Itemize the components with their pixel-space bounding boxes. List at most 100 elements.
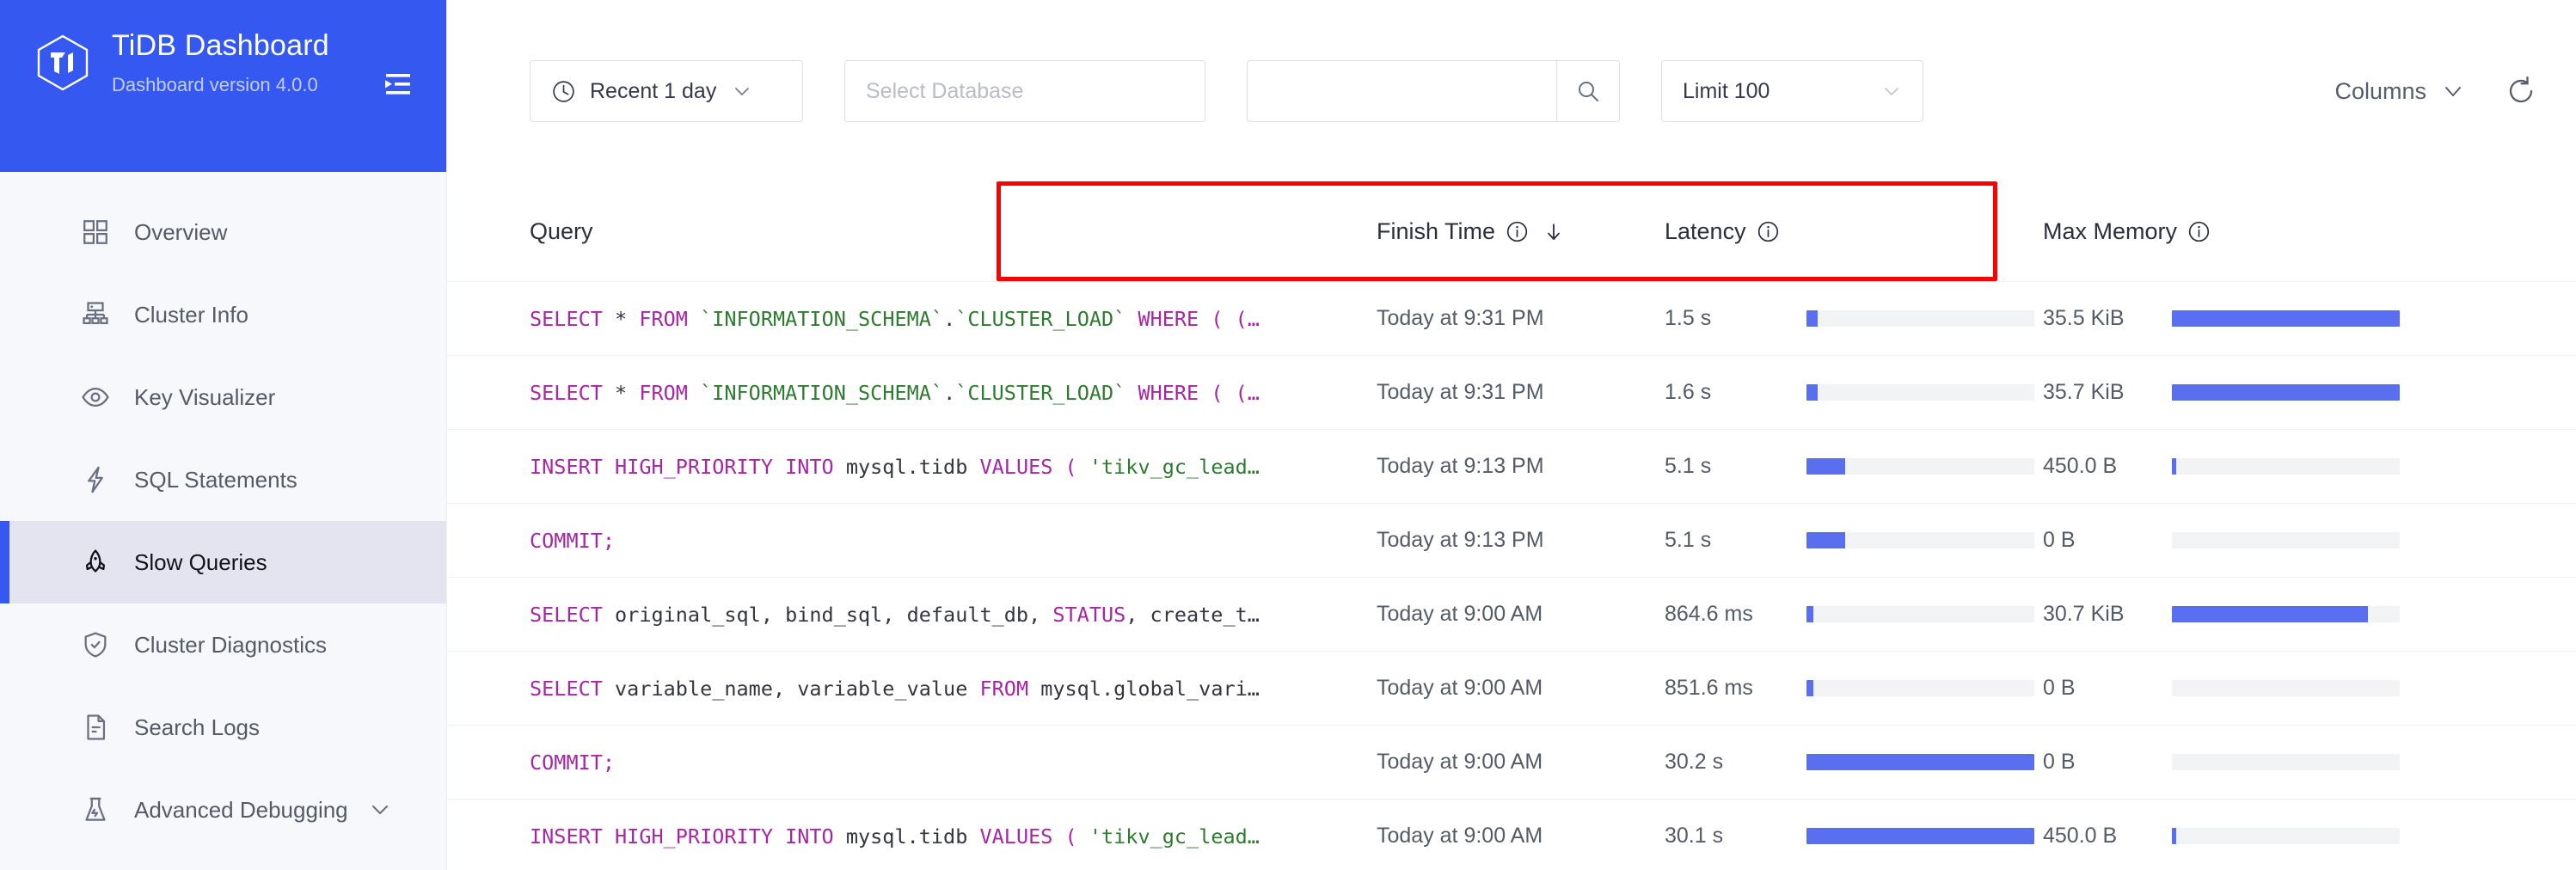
table-row[interactable]: SELECT variable_name, variable_value FRO…	[447, 652, 2576, 726]
columns-button[interactable]: Columns	[2334, 78, 2464, 105]
chevron-down-icon	[732, 81, 752, 101]
search-input[interactable]	[1247, 60, 1556, 122]
max-memory-bar	[2172, 828, 2400, 844]
limit-selector[interactable]: Limit 100	[1661, 60, 1923, 122]
latency-bar-fill	[1806, 310, 1819, 327]
max-memory-cell: 450.0 B	[2043, 454, 2438, 479]
query-text[interactable]: INSERT HIGH_PRIORITY INTO mysql.tidb VAL…	[530, 455, 1377, 479]
query-text[interactable]: SELECT original_sql, bind_sql, default_d…	[530, 603, 1377, 627]
shield-check-icon	[79, 628, 112, 661]
table-header-row: Query Finish Time Latency Max Memory	[447, 182, 2576, 282]
column-header-max-memory[interactable]: Max Memory	[2043, 218, 2438, 245]
sidebar-item-key-visualizer[interactable]: Key Visualizer	[0, 356, 446, 438]
query-text[interactable]: SELECT * FROM `INFORMATION_SCHEMA`.`CLUS…	[530, 307, 1377, 331]
finish-time-value: Today at 9:31 PM	[1377, 380, 1544, 404]
max-memory-bar-fill	[2172, 828, 2177, 844]
sidebar-item-label: SQL Statements	[134, 466, 297, 493]
column-header-query[interactable]: Query	[530, 218, 1377, 245]
sidebar-item-overview[interactable]: Overview	[0, 191, 446, 273]
latency-bar	[1806, 680, 2034, 696]
sort-descending-icon[interactable]	[1543, 221, 1565, 243]
latency-value: 851.6 ms	[1665, 676, 1753, 700]
latency-value: 1.5 s	[1665, 306, 1712, 330]
query-text[interactable]: COMMIT;	[530, 751, 1377, 775]
refresh-icon[interactable]	[2504, 74, 2538, 108]
max-memory-value: 450.0 B	[2043, 824, 2118, 848]
max-memory-cell: 35.7 KiB	[2043, 380, 2438, 405]
query-text[interactable]: SELECT * FROM `INFORMATION_SCHEMA`.`CLUS…	[530, 381, 1377, 405]
info-icon[interactable]	[1506, 220, 1529, 243]
latency-bar	[1806, 384, 2034, 401]
latency-bar	[1806, 310, 2034, 327]
chevron-down-icon	[1881, 81, 1902, 101]
database-selector[interactable]: Select Database	[844, 60, 1205, 122]
max-memory-value: 35.5 KiB	[2043, 306, 2125, 330]
table-row[interactable]: SELECT original_sql, bind_sql, default_d…	[447, 578, 2576, 652]
finish-time-value: Today at 9:00 AM	[1377, 676, 1543, 700]
database-placeholder: Select Database	[866, 78, 1024, 103]
menu-fold-icon[interactable]	[379, 65, 417, 103]
lightning-icon	[79, 463, 112, 496]
latency-value: 864.6 ms	[1665, 602, 1753, 626]
column-header-label: Latency	[1665, 218, 1746, 244]
latency-bar-fill	[1806, 458, 1846, 475]
query-text[interactable]: INSERT HIGH_PRIORITY INTO mysql.tidb VAL…	[530, 824, 1377, 849]
column-header-latency[interactable]: Latency	[1665, 218, 2043, 245]
max-memory-value: 450.0 B	[2043, 454, 2118, 478]
max-memory-bar	[2172, 458, 2400, 475]
limit-label: Limit 100	[1683, 78, 1770, 103]
query-text[interactable]: SELECT variable_name, variable_value FRO…	[530, 677, 1377, 701]
table-row[interactable]: INSERT HIGH_PRIORITY INTO mysql.tidb VAL…	[447, 800, 2576, 870]
latency-bar	[1806, 754, 2034, 770]
sidebar-item-label: Advanced Debugging	[134, 796, 348, 823]
max-memory-cell: 0 B	[2043, 750, 2438, 775]
max-memory-bar-fill	[2172, 606, 2368, 622]
column-header-finish-time[interactable]: Finish Time	[1377, 218, 1665, 245]
table-row[interactable]: SELECT * FROM `INFORMATION_SCHEMA`.`CLUS…	[447, 282, 2576, 356]
sidebar-item-cluster-info[interactable]: Cluster Info	[0, 273, 446, 356]
app-title: TiDB Dashboard	[112, 29, 329, 62]
table-row[interactable]: COMMIT; Today at 9:13 PM 5.1 s 0 B	[447, 504, 2576, 578]
brand-block: TiDB Dashboard Dashboard version 4.0.0	[112, 29, 329, 99]
max-memory-cell: 35.5 KiB	[2043, 306, 2438, 331]
sidebar-item-sql-statements[interactable]: SQL Statements	[0, 438, 446, 521]
latency-value: 1.6 s	[1665, 380, 1712, 404]
latency-cell: 1.6 s	[1665, 380, 2043, 405]
latency-bar-fill	[1806, 828, 2034, 844]
latency-value: 30.1 s	[1665, 824, 1724, 848]
latency-cell: 1.5 s	[1665, 306, 2043, 331]
rocket-icon	[79, 546, 112, 579]
clock-icon	[551, 79, 576, 104]
finish-time-value: Today at 9:00 AM	[1377, 750, 1543, 774]
info-icon[interactable]	[2187, 220, 2211, 243]
column-header-label: Query	[530, 218, 593, 244]
cluster-icon	[79, 298, 112, 331]
query-text[interactable]: COMMIT;	[530, 529, 1377, 553]
max-memory-bar	[2172, 384, 2400, 401]
grid-icon	[79, 216, 112, 248]
table-row[interactable]: SELECT * FROM `INFORMATION_SCHEMA`.`CLUS…	[447, 356, 2576, 430]
table-row[interactable]: INSERT HIGH_PRIORITY INTO mysql.tidb VAL…	[447, 430, 2576, 504]
finish-time-value: Today at 9:00 AM	[1377, 602, 1543, 626]
sidebar-item-slow-queries[interactable]: Slow Queries	[0, 521, 446, 603]
sidebar-item-label: Cluster Info	[134, 301, 248, 328]
max-memory-bar-fill	[2172, 310, 2400, 327]
table-row[interactable]: COMMIT; Today at 9:00 AM 30.2 s 0 B	[447, 726, 2576, 800]
sidebar-item-advanced-debugging[interactable]: Advanced Debugging	[0, 769, 446, 851]
finish-time-value: Today at 9:31 PM	[1377, 306, 1544, 330]
max-memory-value: 0 B	[2043, 528, 2076, 552]
info-icon[interactable]	[1757, 220, 1780, 243]
latency-cell: 30.2 s	[1665, 750, 2043, 775]
latency-bar	[1806, 828, 2034, 844]
latency-bar-fill	[1806, 680, 1813, 696]
latency-bar	[1806, 458, 2034, 475]
slow-queries-table: Query Finish Time Latency Max Memory SEL…	[447, 181, 2576, 870]
chevron-down-icon[interactable]	[369, 799, 391, 821]
latency-cell: 5.1 s	[1665, 454, 2043, 479]
search-button[interactable]	[1556, 60, 1620, 122]
columns-label: Columns	[2334, 77, 2426, 104]
time-range-selector[interactable]: Recent 1 day	[530, 60, 803, 122]
sidebar-item-search-logs[interactable]: Search Logs	[0, 686, 446, 769]
column-header-label: Max Memory	[2043, 218, 2178, 244]
sidebar-item-cluster-diagnostics[interactable]: Cluster Diagnostics	[0, 603, 446, 686]
